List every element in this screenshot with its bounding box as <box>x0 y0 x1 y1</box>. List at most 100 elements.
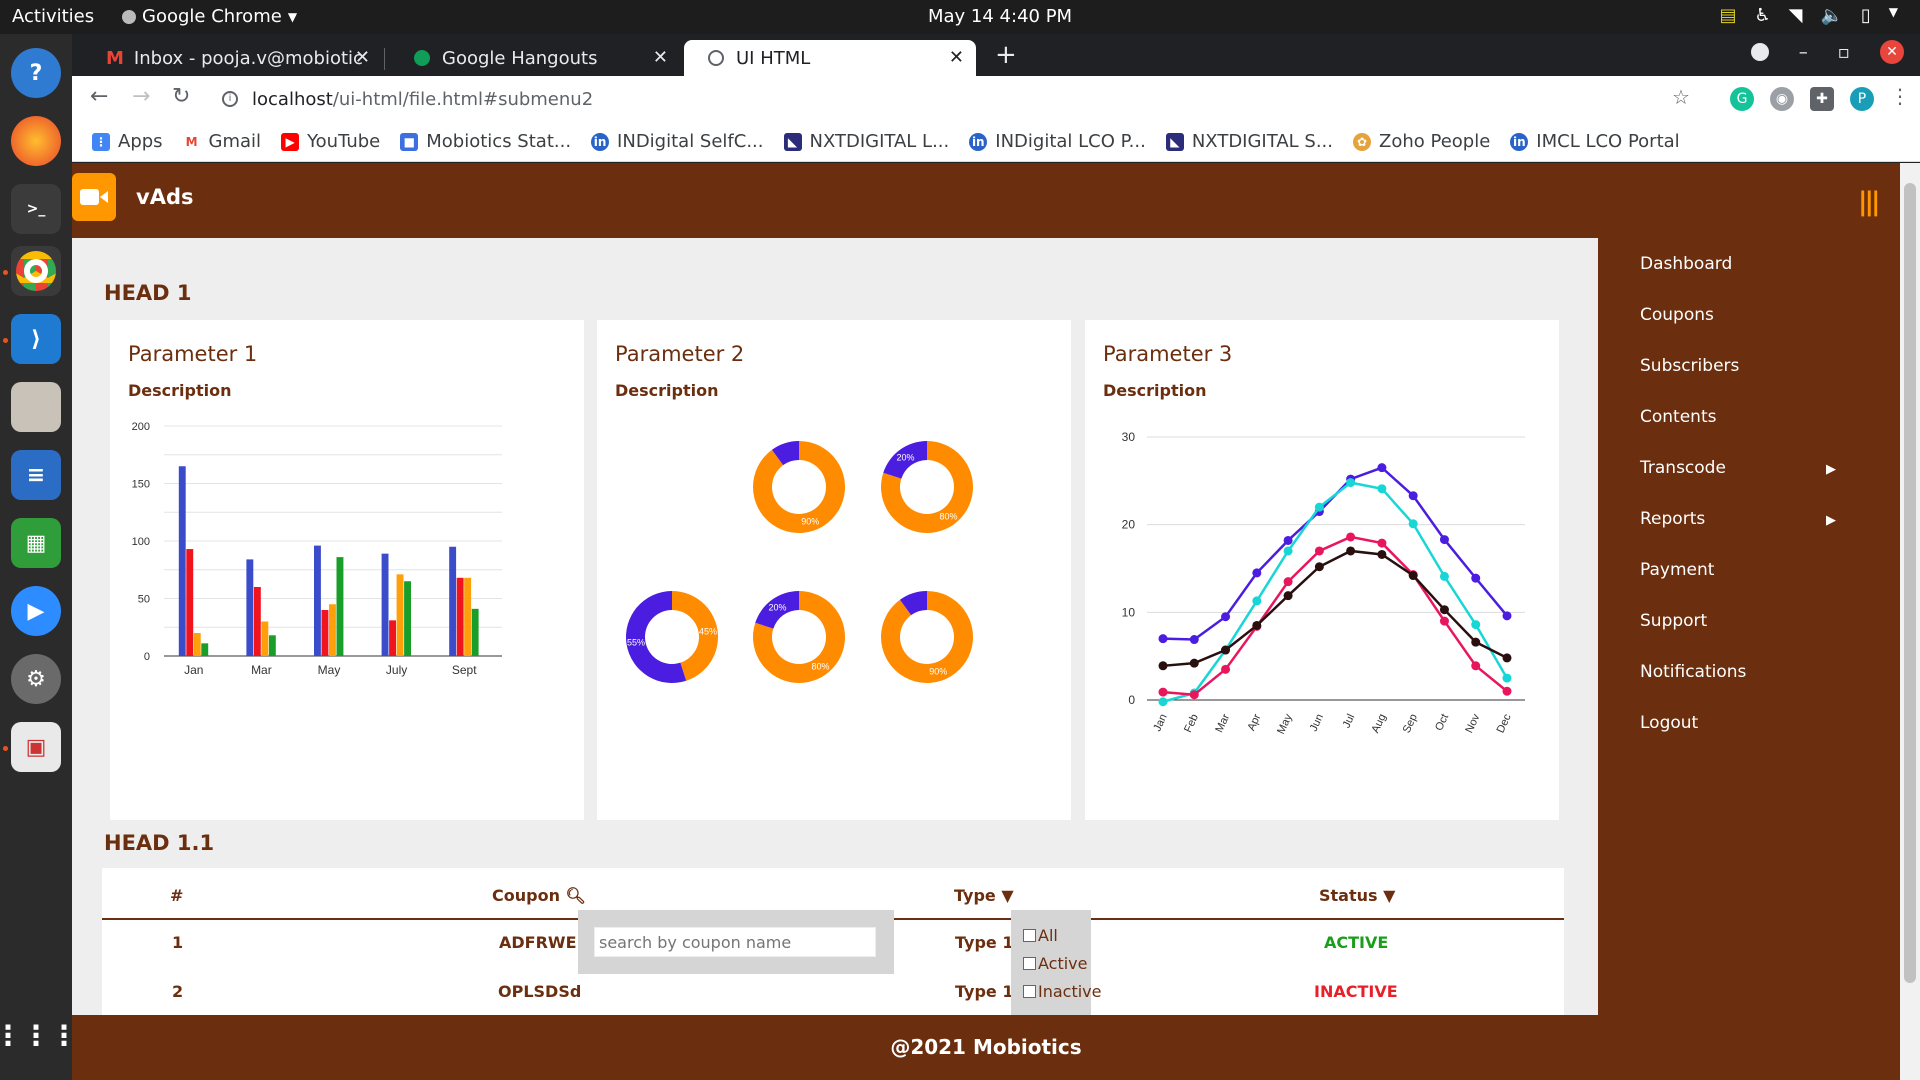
menu-item-notifications[interactable]: Notifications <box>1640 662 1746 682</box>
maximize-button[interactable]: ▫ <box>1838 42 1850 63</box>
writer-icon[interactable]: ≡ <box>11 450 61 500</box>
menu-toggle-icon[interactable]: ||| <box>1858 187 1880 217</box>
app-grid-icon[interactable]: ⋮⋮⋮ <box>0 1010 78 1060</box>
vscode-icon[interactable]: ⟩ <box>11 314 61 364</box>
bookmark-apps[interactable]: ⋮ Apps <box>92 131 163 152</box>
system-tray[interactable]: ▤ ♿ ◥ 🔈 ▯ ▼ <box>1719 5 1898 26</box>
profile-avatar[interactable]: P <box>1850 87 1874 111</box>
menu-item-support[interactable]: Support <box>1640 611 1707 631</box>
extensions-icon[interactable]: ✚ <box>1810 87 1834 111</box>
filter-icon[interactable]: ▼ <box>1383 886 1395 905</box>
hangouts-icon <box>414 50 430 66</box>
column-header-coupon[interactable]: Coupon 🔍︎ <box>492 886 586 905</box>
document-viewer-icon[interactable]: ▣ <box>11 722 61 772</box>
menu-item-coupons[interactable]: Coupons <box>1640 305 1714 325</box>
close-icon[interactable]: ✕ <box>949 47 964 68</box>
data-point <box>1439 535 1449 545</box>
checkbox[interactable] <box>1023 957 1036 970</box>
grammarly-icon[interactable]: G <box>1730 87 1754 111</box>
menu-item-contents[interactable]: Contents <box>1640 407 1716 427</box>
menu-item-reports[interactable]: Reports <box>1640 509 1705 529</box>
zoom-icon[interactable]: ▶ <box>11 586 61 636</box>
zoho-people-icon: ✿ <box>1353 132 1371 151</box>
chrome-menu-icon[interactable]: ⋮ <box>1890 84 1910 108</box>
tab-inbox[interactable]: M Inbox - pooja.v@mobiotic ✕ <box>82 40 382 76</box>
app-menu[interactable]: Google Chrome ▼ <box>122 6 297 27</box>
bookmark-nxtdigital-s[interactable]: ◣ NXTDIGITAL S... <box>1165 131 1333 152</box>
minimize-button[interactable]: – <box>1799 42 1808 63</box>
close-window-button[interactable]: ✕ <box>1880 40 1904 64</box>
data-point <box>1377 549 1387 559</box>
clock[interactable]: May 14 4:40 PM <box>928 6 1072 27</box>
menu-item-transcode[interactable]: Transcode <box>1640 458 1726 478</box>
coupon-type: Type 1 <box>955 982 1014 1001</box>
menu-item-dashboard[interactable]: Dashboard <box>1640 254 1732 274</box>
filter-option-inactive[interactable]: Inactive <box>1023 982 1102 1001</box>
back-button[interactable]: ← <box>90 84 108 109</box>
bookmark-gmail[interactable]: M Gmail <box>182 131 262 152</box>
address-bar[interactable]: i localhost/ui-html/file.html#submenu2 <box>206 82 1726 116</box>
camera-icon[interactable]: ◉ <box>1770 87 1794 111</box>
tab-hangouts[interactable]: Google Hangouts ✕ <box>390 40 680 76</box>
side-menu: Dashboard Coupons Subscribers Contents Trans… <box>1598 238 1900 1015</box>
y-tick-label: 100 <box>132 536 150 548</box>
data-point <box>1252 568 1262 578</box>
filter-option-label: All <box>1038 926 1058 945</box>
submenu-arrow-icon[interactable]: ▶ <box>1826 462 1836 477</box>
bookmark-imcl[interactable]: in IMCL LCO Portal <box>1510 131 1680 152</box>
reload-button[interactable]: ↻ <box>172 84 190 109</box>
app-logo[interactable] <box>72 173 116 221</box>
data-point <box>1221 664 1231 674</box>
scrollbar-thumb[interactable] <box>1904 183 1916 983</box>
bookmark-mobiotics[interactable]: ■ Mobiotics Stat... <box>400 131 571 152</box>
settings-icon[interactable]: ⚙ <box>11 654 61 704</box>
submenu-arrow-icon[interactable]: ▶ <box>1826 513 1836 528</box>
y-tick-label: 20 <box>1122 518 1136 532</box>
checkbox[interactable] <box>1023 929 1036 942</box>
help-icon[interactable]: ? <box>11 48 61 98</box>
column-header-status[interactable]: Status ▼ <box>1319 886 1395 905</box>
calc-icon[interactable]: ▦ <box>11 518 61 568</box>
data-point <box>1471 573 1481 583</box>
bookmark-label: Gmail <box>208 131 262 152</box>
bar <box>261 621 269 656</box>
filter-option-all[interactable]: All <box>1023 926 1058 945</box>
y-tick-label: 150 <box>132 479 150 491</box>
bar <box>449 546 457 656</box>
bookmark-zoho-people[interactable]: ✿ Zoho People <box>1353 131 1490 152</box>
activities-button[interactable]: Activities <box>12 6 94 27</box>
bookmark-indigital-self[interactable]: in INDigital SelfC... <box>591 131 764 152</box>
search-icon[interactable]: 🔍︎ <box>566 886 586 905</box>
chrome-icon[interactable] <box>11 246 61 296</box>
column-header-label: Type <box>954 886 996 905</box>
coupon-search-input[interactable] <box>594 927 876 957</box>
bar <box>268 635 276 656</box>
terminal-icon[interactable]: >_ <box>11 184 61 234</box>
battery-icon: ▯ <box>1860 5 1871 26</box>
data-point <box>1314 546 1324 556</box>
firefox-icon[interactable] <box>11 116 61 166</box>
bookmark-star-icon[interactable]: ☆ <box>1672 85 1690 109</box>
menu-item-subscribers[interactable]: Subscribers <box>1640 356 1739 376</box>
app-viewport: vAds ||| Dashboard Coupons Subscribers Cont… <box>72 163 1920 1080</box>
gmail-icon: M <box>106 47 124 69</box>
donut-chart: 90% <box>881 591 973 683</box>
page-scrollbar[interactable] <box>1900 163 1920 1080</box>
tab-search-icon[interactable] <box>1750 43 1769 61</box>
checkbox[interactable] <box>1023 985 1036 998</box>
window-controls: – ▫ ✕ <box>1750 40 1904 64</box>
menu-item-payment[interactable]: Payment <box>1640 560 1714 580</box>
filter-icon[interactable]: ▼ <box>1001 886 1013 905</box>
tab-ui-html[interactable]: UI HTML ✕ <box>684 40 976 76</box>
filter-option-active[interactable]: Active <box>1023 954 1088 973</box>
bookmark-nxtdigital-l[interactable]: ◣ NXTDIGITAL L... <box>783 131 949 152</box>
bookmark-indigital-lco[interactable]: in INDigital LCO P... <box>969 131 1146 152</box>
close-icon[interactable]: ✕ <box>653 47 668 68</box>
files-icon[interactable] <box>11 382 61 432</box>
column-header-type[interactable]: Type ▼ <box>954 886 1014 905</box>
forward-button[interactable]: → <box>132 84 150 109</box>
bookmark-youtube[interactable]: ▶ YouTube <box>281 131 380 152</box>
new-tab-button[interactable]: + <box>995 40 1017 70</box>
close-icon[interactable]: ✕ <box>355 47 370 68</box>
menu-item-logout[interactable]: Logout <box>1640 713 1698 733</box>
